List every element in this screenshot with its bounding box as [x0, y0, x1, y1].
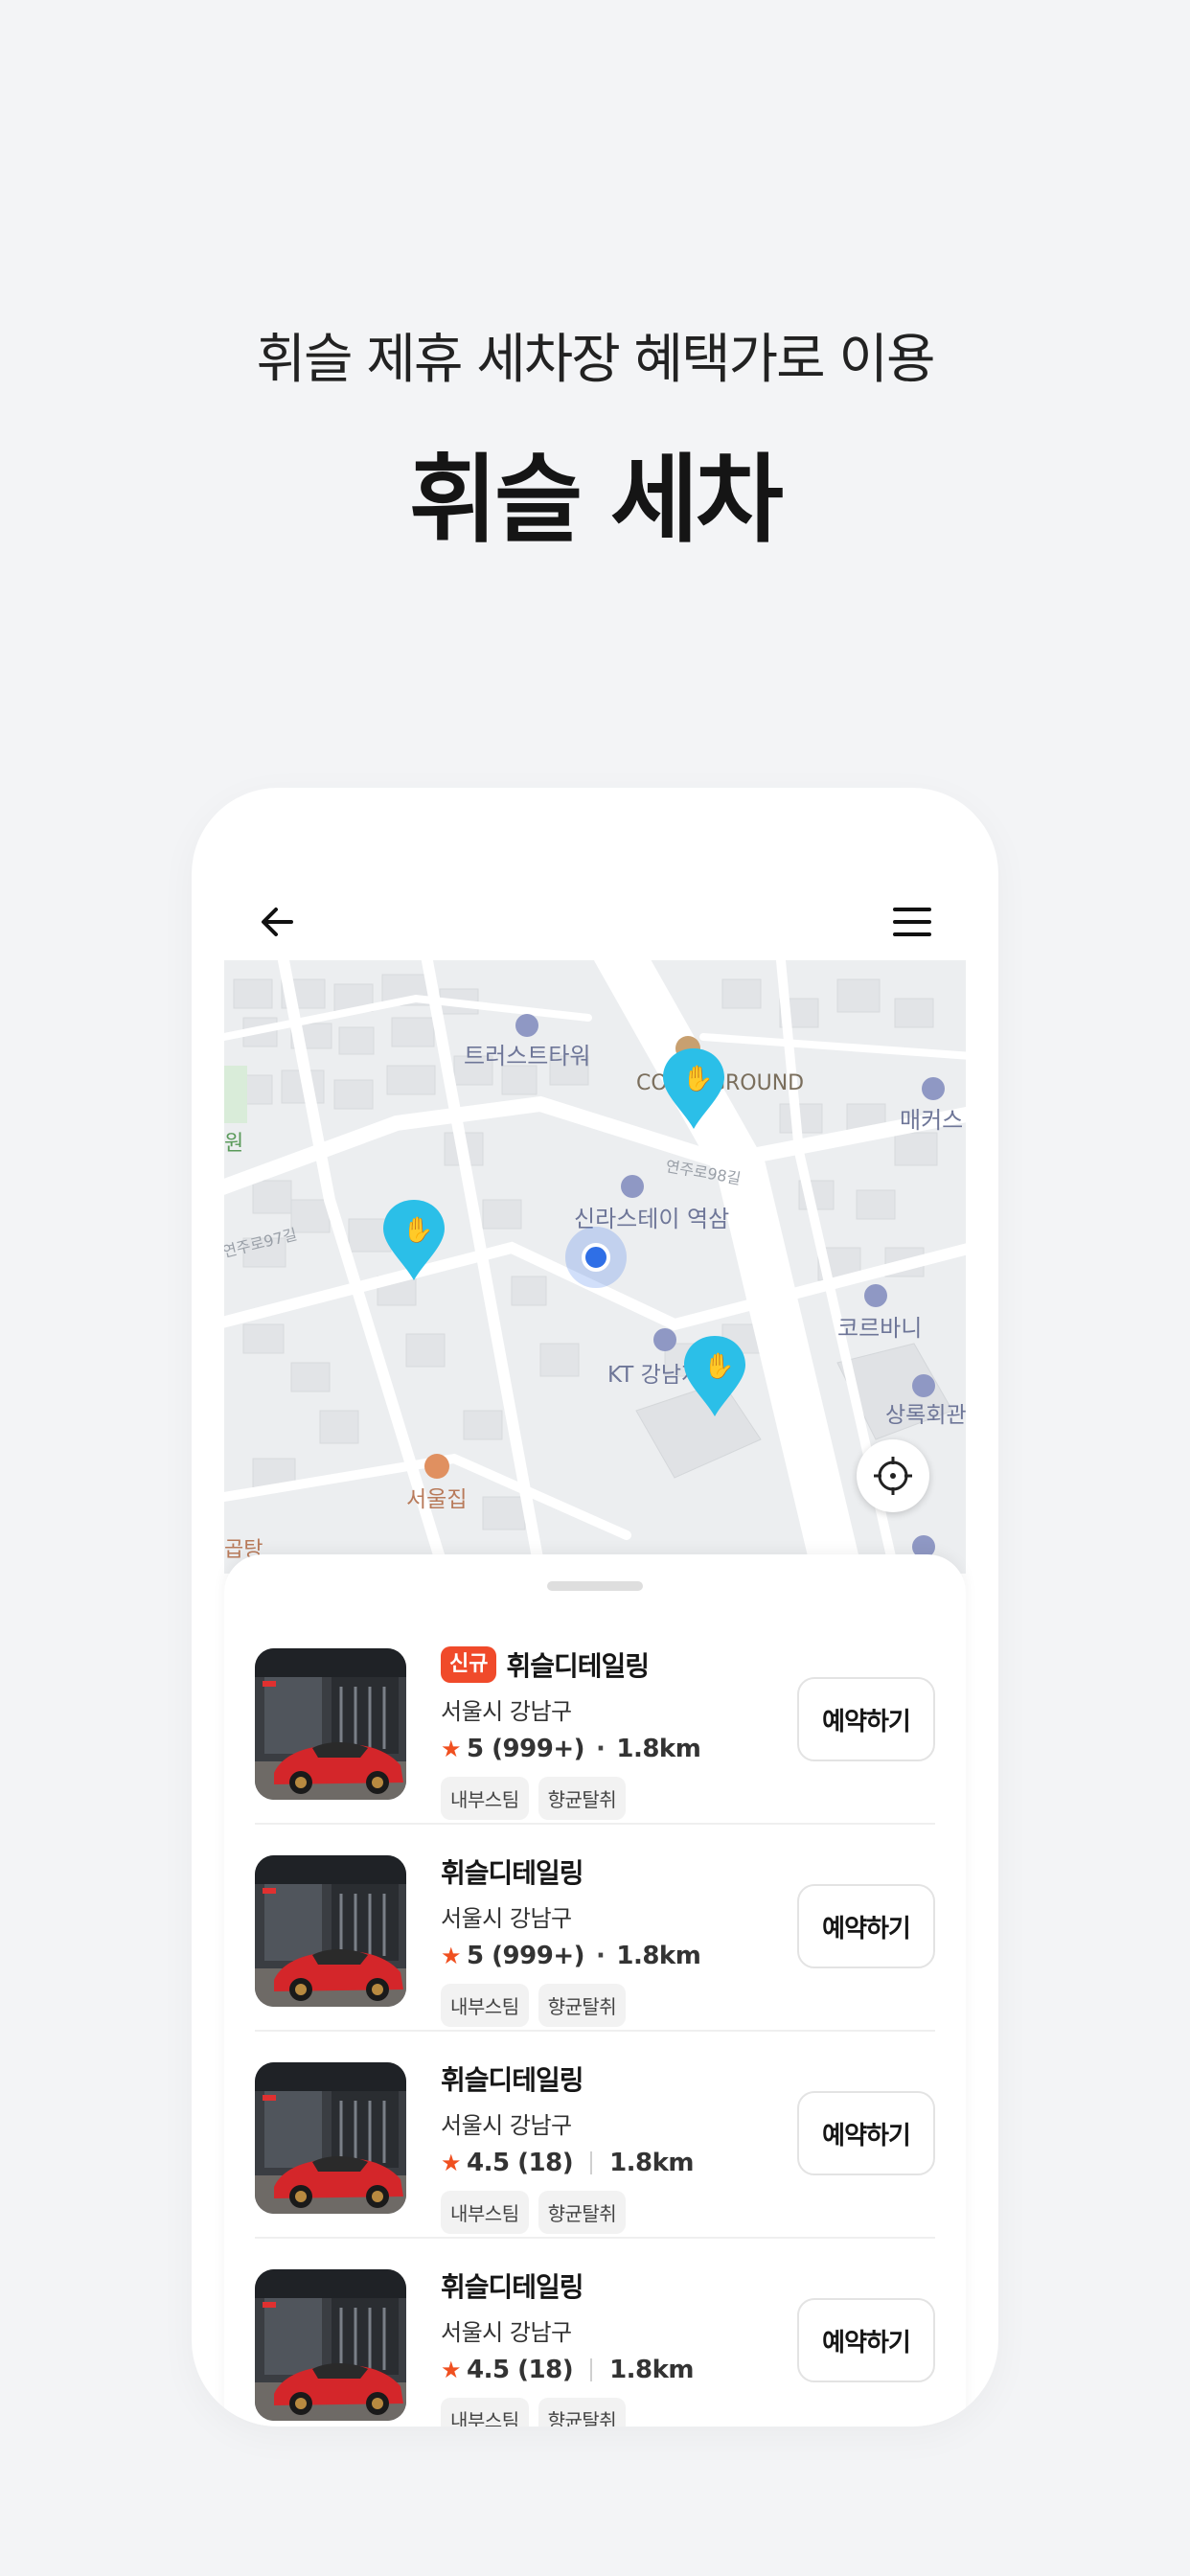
shop-tags: 내부스팀 향균탈취 [441, 2398, 767, 2426]
star-icon: ★ [441, 1943, 462, 1969]
shop-distance: 1.8km [609, 2356, 695, 2384]
map-label-macus: 매커스 [900, 1107, 963, 1134]
shop-address: 서울시 강남구 [441, 2112, 572, 2139]
shop-name: 휘슬디테일링 [506, 1650, 650, 1682]
arrow-left-icon [262, 908, 293, 936]
promo-subtitle: 휘슬 제휴 세차장 혜택가로 이용 [256, 329, 936, 391]
shop-name: 휘슬디테일링 [441, 2064, 584, 2096]
reserve-button[interactable]: 예약하기 [797, 1884, 935, 1968]
shop-name: 휘슬디테일링 [441, 2271, 584, 2303]
shop-address: 서울시 강남구 [441, 1698, 572, 1725]
shop-thumbnail [255, 1855, 406, 2007]
star-icon: ★ [441, 2150, 462, 2176]
shop-tag: 내부스팀 [441, 2191, 529, 2234]
map-label-seouljip: 서울집 [406, 1487, 467, 1512]
shop-tag: 향균탈취 [538, 2398, 627, 2426]
back-button[interactable] [249, 893, 307, 951]
shop-tag: 내부스팀 [441, 1984, 529, 2027]
locate-me-button[interactable] [857, 1439, 929, 1512]
shop-name: 휘슬디테일링 [441, 1857, 584, 1889]
map-label-park: 원 [224, 1132, 243, 1156]
hamburger-menu-icon [893, 908, 931, 936]
shop-list-sheet: 신규 휘슬디테일링 서울시 강남구 ★ 5 (999+) · 1.8km 내부스… [224, 1554, 966, 2426]
map-label-korvani: 코르바니 [837, 1315, 922, 1342]
separator [590, 2151, 593, 2174]
separator: · [595, 1735, 606, 1763]
shop-tag: 향균탈취 [538, 2191, 627, 2234]
shop-thumbnail [255, 2062, 406, 2214]
shop-tag: 향균탈취 [538, 1984, 627, 2027]
shop-thumbnail [255, 2269, 406, 2421]
reserve-button[interactable]: 예약하기 [797, 2298, 935, 2382]
shop-tags: 내부스팀 향균탈취 [441, 2191, 767, 2234]
shop-address: 서울시 강남구 [441, 1905, 572, 1932]
shop-tag: 내부스팀 [441, 2398, 529, 2426]
shop-tag: 향균탈취 [538, 1777, 627, 1820]
shop-list-item[interactable]: 휘슬디테일링 서울시 강남구 ★ 4.5 (18) 1.8km 내부스팀 향균탈취… [255, 2032, 935, 2239]
shop-rating: 4.5 (18) [467, 2356, 574, 2384]
star-icon: ★ [441, 1736, 462, 1762]
shop-list-item[interactable]: 신규 휘슬디테일링 서울시 강남구 ★ 5 (999+) · 1.8km 내부스… [255, 1618, 935, 1825]
map-label-sangrok: 상록회관 우체국 [885, 1403, 966, 1428]
shop-tags: 내부스팀 향균탈취 [441, 1984, 767, 2027]
shop-tags: 내부스팀 향균탈취 [441, 1777, 767, 1820]
shop-rating: 4.5 (18) [467, 2149, 574, 2177]
menu-button[interactable] [883, 893, 941, 951]
map-view[interactable]: 트러스트타워 COMO GROUND 매커스 신라스테이 역삼 KT 강남지사 … [224, 960, 966, 1574]
shop-tag: 내부스팀 [441, 1777, 529, 1820]
shop-distance: 1.8km [616, 1735, 701, 1763]
map-label-trust-tower: 트러스트타워 [464, 1043, 590, 1070]
new-badge: 신규 [441, 1646, 497, 1683]
shop-address: 서울시 강남구 [441, 2319, 572, 2346]
promo-title: 휘슬 세차 [409, 444, 784, 556]
shop-list-item[interactable]: 휘슬디테일링 서울시 강남구 ★ 4.5 (18) 1.8km 내부스팀 향균탈취… [255, 2239, 935, 2426]
shop-rating: 5 (999+) [467, 1942, 584, 1970]
shop-rating: 5 (999+) [467, 1735, 584, 1763]
shop-distance: 1.8km [616, 1942, 701, 1970]
shop-distance: 1.8km [609, 2149, 695, 2177]
reserve-button[interactable]: 예약하기 [797, 1677, 935, 1761]
phone-frame: 트러스트타워 COMO GROUND 매커스 신라스테이 역삼 KT 강남지사 … [192, 788, 998, 2426]
svg-text:✋: ✋ [703, 1351, 734, 1381]
separator [590, 2358, 593, 2381]
star-icon: ★ [441, 2357, 462, 2383]
crosshair-icon [874, 1457, 912, 1495]
shop-thumbnail [255, 1648, 406, 1800]
separator: · [595, 1942, 606, 1970]
svg-text:✋: ✋ [402, 1215, 433, 1245]
sheet-drag-handle[interactable] [547, 1581, 643, 1591]
shop-list-item[interactable]: 휘슬디테일링 서울시 강남구 ★ 5 (999+) · 1.8km 내부스팀 향균… [255, 1825, 935, 2032]
svg-text:✋: ✋ [682, 1064, 713, 1093]
map-canvas: 트러스트타워 COMO GROUND 매커스 신라스테이 역삼 KT 강남지사 … [224, 960, 966, 1574]
reserve-button[interactable]: 예약하기 [797, 2091, 935, 2175]
